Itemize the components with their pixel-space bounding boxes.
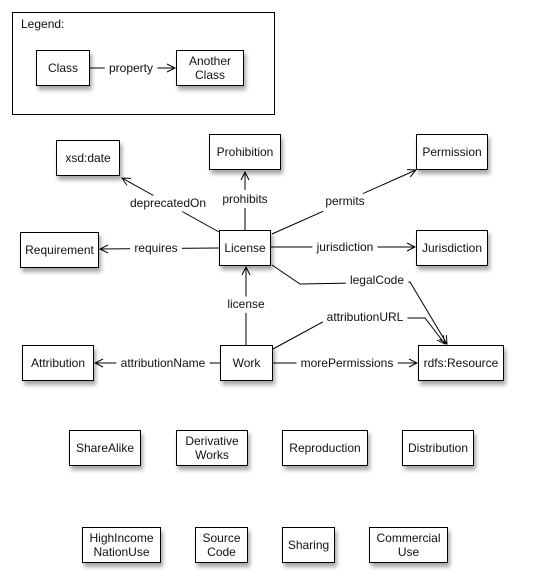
node-attribution: Attribution bbox=[22, 345, 94, 381]
node-permission: Permission bbox=[416, 134, 488, 170]
node-commercial-use: Commercial Use bbox=[369, 527, 448, 563]
node-prohibition: Prohibition bbox=[209, 134, 281, 170]
node-rdfs-resource: rdfs:Resource bbox=[418, 345, 504, 381]
node-jurisdiction: Jurisdiction bbox=[416, 230, 488, 266]
node-sharing: Sharing bbox=[282, 527, 335, 563]
edge-label-permits: permits bbox=[325, 194, 364, 208]
edge-label-prohibits: prohibits bbox=[222, 192, 267, 206]
node-sharealike: ShareAlike bbox=[69, 430, 141, 466]
edge-label-morePermissions: morePermissions bbox=[301, 356, 394, 370]
node-reproduction: Reproduction bbox=[282, 430, 368, 466]
edge-label-attributionName: attributionName bbox=[121, 356, 206, 370]
node-xsd-date: xsd:date bbox=[56, 140, 120, 176]
node-distribution: Distribution bbox=[402, 430, 474, 466]
edge-label-attributionURL: attributionURL bbox=[327, 310, 404, 324]
legend-another-class-node: Another Class bbox=[176, 50, 244, 86]
node-source-code: Source Code bbox=[195, 527, 248, 563]
edge-label-license: license bbox=[227, 297, 265, 311]
edge-label-legalCode: legalCode bbox=[350, 273, 404, 287]
node-license: License bbox=[219, 230, 271, 266]
node-work: Work bbox=[220, 345, 273, 381]
edge-label-jurisdiction: jurisdiction bbox=[316, 240, 374, 254]
node-high-income-nation-use: HighIncome NationUse bbox=[82, 527, 161, 563]
edge-label-deprecatedOn: deprecatedOn bbox=[130, 196, 206, 210]
edge-label-requires: requires bbox=[134, 241, 177, 255]
legend-class-node: Class bbox=[36, 50, 90, 86]
node-requirement: Requirement bbox=[20, 232, 99, 268]
legend-title: Legend: bbox=[21, 17, 65, 31]
node-derivative-works: Derivative Works bbox=[176, 430, 248, 466]
